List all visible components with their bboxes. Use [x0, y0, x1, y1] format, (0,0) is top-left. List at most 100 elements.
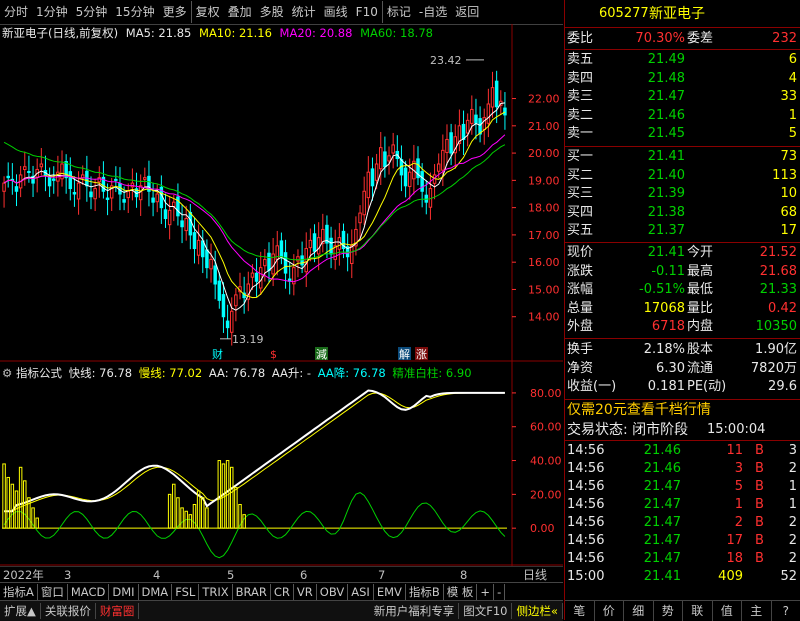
divider-1	[565, 27, 800, 28]
indicator-tab-3[interactable]: DMI	[109, 584, 138, 600]
ind-tick-label: 80.00	[530, 387, 562, 400]
indicator-tab-16[interactable]: -	[494, 584, 505, 600]
quote-tab-5[interactable]: 值	[713, 601, 743, 621]
stats-row-2: 涨跌-0.11最高21.68	[565, 263, 800, 281]
status-item-1[interactable]: 关联报价	[41, 603, 96, 619]
toolbar-button-6[interactable]: 叠加	[224, 1, 256, 23]
candle-body	[280, 241, 282, 257]
status-right-item-0[interactable]: 新用户福利专享	[370, 603, 460, 619]
divider-5	[565, 338, 800, 339]
status-item-2[interactable]: 财富圈	[96, 603, 140, 619]
bid-price: 21.37	[605, 222, 685, 240]
kline-chart[interactable]: 23.4213.19 14.0015.0016.0017.0018.0019.0…	[0, 24, 563, 566]
tick-time: 14:56	[567, 550, 604, 568]
tick-count: 1	[765, 478, 797, 496]
bid-price: 21.39	[605, 185, 685, 203]
white-bar	[11, 484, 13, 528]
tick-count: 3	[765, 442, 797, 460]
quote-tabs: 笔价细势联值主?	[565, 600, 800, 621]
indicator-tab-14[interactable]: 模 板	[444, 584, 478, 600]
toolbar-button-1[interactable]: 1分钟	[32, 1, 72, 23]
toolbar-button-4[interactable]: 更多	[159, 1, 191, 23]
toolbar-button-2[interactable]: 5分钟	[72, 1, 112, 23]
bid-volume: 68	[715, 204, 797, 222]
stat-label-right: 最低	[687, 281, 713, 299]
period-label[interactable]: 日线	[523, 567, 547, 583]
bid-volume: 17	[715, 222, 797, 240]
candle-body	[491, 88, 493, 107]
toolbar-button-5[interactable]: 复权	[191, 1, 224, 23]
indicator-tab-4[interactable]: DMA	[139, 584, 173, 600]
toolbar-button-10[interactable]: F10	[352, 1, 382, 23]
stat-label-right: 量比	[687, 300, 713, 318]
indicator-tab-2[interactable]: MACD	[68, 584, 109, 600]
bid-price: 21.40	[605, 167, 685, 185]
candle-body	[40, 164, 42, 167]
white-bar	[177, 498, 179, 528]
quote-tab-1[interactable]: 价	[595, 601, 625, 621]
toolbar-button-12[interactable]: -自选	[415, 1, 451, 23]
candle-body	[235, 295, 237, 306]
tick-count: 1	[765, 496, 797, 514]
indicator-tab-7[interactable]: BRAR	[233, 584, 271, 600]
tick-volume: 5	[685, 478, 743, 496]
indicator-tab-9[interactable]: VR	[294, 584, 317, 600]
quote-tab-7[interactable]: ?	[772, 601, 800, 621]
candle-body	[3, 183, 5, 191]
status-right-item-2[interactable]: 侧边栏«	[512, 603, 563, 619]
tick-volume: 2	[685, 514, 743, 532]
stat-value-left: 17068	[605, 300, 685, 318]
quote-tab-6[interactable]: 主	[742, 601, 772, 621]
indicator-tab-8[interactable]: CR	[271, 584, 294, 600]
tick-time: 14:56	[567, 514, 604, 532]
indicator-tab-6[interactable]: TRIX	[199, 584, 232, 600]
stat-label-left: 总量	[567, 300, 593, 318]
white-bar	[3, 464, 5, 528]
toolbar-button-9[interactable]: 画线	[320, 1, 352, 23]
ask-volume: 4	[715, 70, 797, 88]
tick-price: 21.47	[605, 550, 681, 568]
quote-tab-0[interactable]: 笔	[565, 601, 595, 621]
candle-body	[123, 200, 125, 203]
indicator-tab-0[interactable]: 指标A	[0, 584, 38, 600]
toolbar-button-13[interactable]: 返回	[451, 1, 483, 23]
indicator-tab-15[interactable]: +	[477, 584, 494, 600]
indicator-tab-11[interactable]: ASI	[348, 584, 374, 600]
candle-body	[81, 175, 83, 178]
quote-tab-4[interactable]: 联	[683, 601, 713, 621]
white-bar	[168, 494, 170, 528]
indicator-tab-5[interactable]: FSL	[172, 584, 199, 600]
quote-tab-3[interactable]: 势	[654, 601, 684, 621]
toolbar-button-8[interactable]: 统计	[288, 1, 320, 23]
candle-body	[359, 213, 361, 223]
indicator-tab-13[interactable]: 指标B	[406, 584, 444, 600]
candle-body	[313, 234, 315, 251]
quote-tab-2[interactable]: 细	[624, 601, 654, 621]
toolbar-button-3[interactable]: 15分钟	[111, 1, 158, 23]
bid-row-4: 买四21.3868	[565, 204, 800, 222]
stat2-value-left: 0.181	[605, 378, 685, 396]
ind-tick-label: 40.00	[530, 455, 562, 468]
indicator-name[interactable]: 指标公式	[16, 366, 62, 380]
indicator-tab-1[interactable]: 窗口	[38, 584, 68, 600]
tick-price: 21.47	[605, 478, 681, 496]
toolbar-button-0[interactable]: 分时	[0, 1, 32, 23]
tick-side: B	[755, 442, 764, 460]
status-item-0[interactable]: 扩展▲	[0, 603, 41, 619]
candle-body	[202, 241, 204, 257]
indicator-tab-10[interactable]: OBV	[317, 584, 348, 600]
toolbar-button-11[interactable]: 标记	[382, 1, 415, 23]
candle-body	[268, 253, 270, 270]
ma10-label: MA10: 21.16	[199, 26, 272, 40]
promo-link[interactable]: 仅需20元查看千档行情	[567, 401, 711, 419]
white-bar	[230, 467, 232, 528]
stat-label-right: 内盘	[687, 318, 713, 336]
stock-title: 新亚电子(日线,前复权)	[2, 26, 118, 40]
aa-up-label: AA升: -	[272, 366, 311, 380]
toolbar-button-7[interactable]: 多股	[256, 1, 288, 23]
stat-label-left: 涨跌	[567, 263, 593, 281]
indicator-tab-12[interactable]: EMV	[374, 584, 406, 600]
indicator-settings-icon[interactable]: ⚙	[2, 366, 12, 380]
status-right-item-1[interactable]: 图文F10	[459, 603, 512, 619]
tick-time: 15:00	[567, 568, 604, 586]
